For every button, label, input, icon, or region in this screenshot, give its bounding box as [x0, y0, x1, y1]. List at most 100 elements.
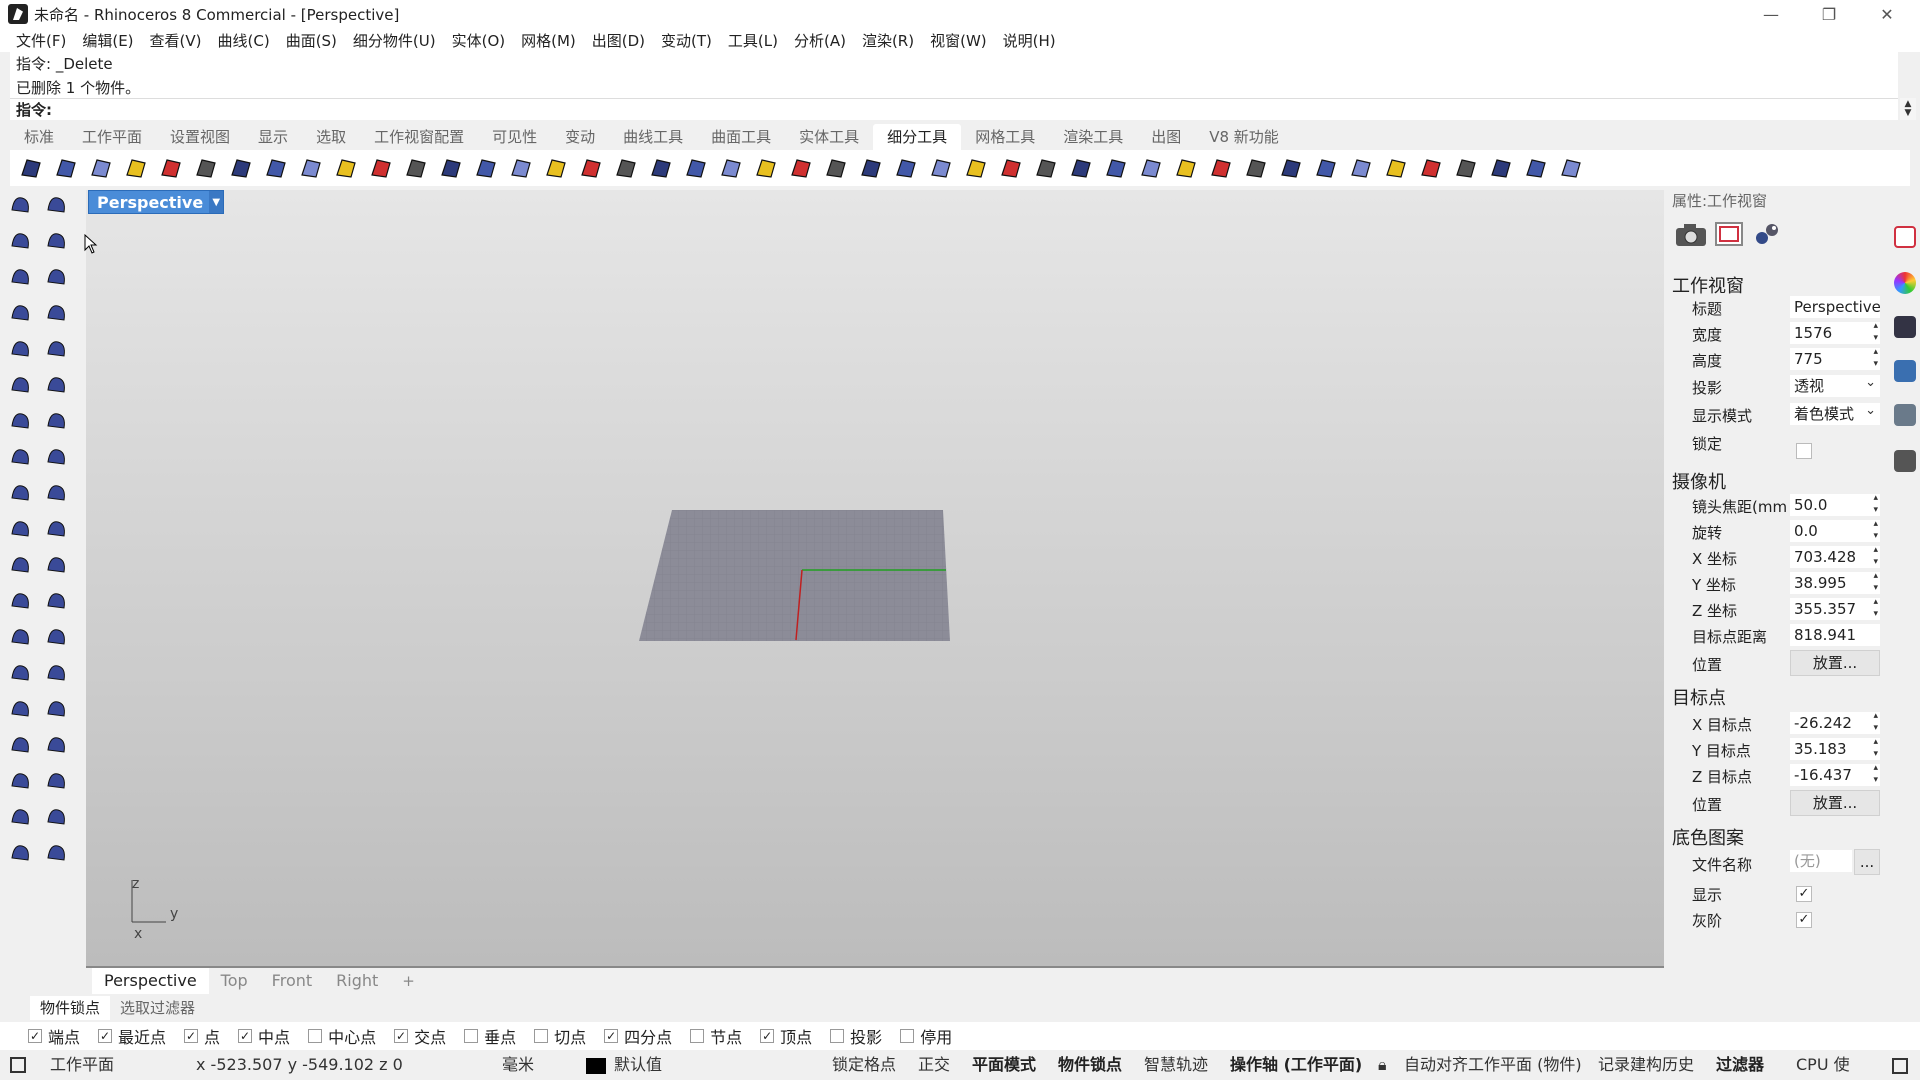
- status-grid-snap[interactable]: 锁定格点: [832, 1050, 896, 1080]
- named-views-panel-icon[interactable]: [1894, 450, 1916, 472]
- tab-viewport-layout[interactable]: 工作视窗配置: [360, 124, 478, 150]
- tab-osnap[interactable]: 物件锁点: [30, 996, 111, 1020]
- osnap-option[interactable]: ✓ 交点: [394, 1024, 446, 1048]
- arc-2-icon[interactable]: [42, 370, 72, 400]
- explode-icon[interactable]: [6, 550, 36, 580]
- rotation-field[interactable]: 0.0: [1790, 520, 1880, 542]
- polar-array-icon[interactable]: [42, 802, 72, 832]
- focal-length-field[interactable]: 50.0: [1790, 494, 1880, 516]
- subd-edge-icon[interactable]: [786, 154, 816, 182]
- subd-mesh-icon[interactable]: [891, 154, 921, 182]
- subd-weld-icon[interactable]: [506, 154, 536, 182]
- viewport-menu-chevron-icon[interactable]: ▼: [209, 191, 224, 213]
- status-layer[interactable]: 默认值: [614, 1050, 662, 1080]
- panel-toggle-icon[interactable]: [1892, 1058, 1908, 1074]
- subd-toggle-icon[interactable]: [1451, 154, 1481, 182]
- subd-offset-icon[interactable]: [961, 154, 991, 182]
- menu-mesh[interactable]: 网格(M): [513, 30, 584, 51]
- status-ortho[interactable]: 正交: [918, 1050, 950, 1080]
- display-mode-select[interactable]: 着色模式: [1790, 403, 1880, 425]
- paraboloid-icon[interactable]: [42, 298, 72, 328]
- subd-sweep-icon[interactable]: [1171, 154, 1201, 182]
- revolve-icon[interactable]: [6, 406, 36, 436]
- arc-1-icon[interactable]: [6, 370, 36, 400]
- display-panel-icon[interactable]: [1894, 316, 1916, 338]
- camera-icon[interactable]: [1674, 220, 1708, 248]
- osnap-checkbox[interactable]: ✓: [238, 1029, 253, 1043]
- title-field[interactable]: Perspective: [1790, 296, 1880, 318]
- osnap-checkbox[interactable]: [534, 1029, 549, 1043]
- subd-loft-icon[interactable]: [156, 154, 186, 182]
- wave-icon[interactable]: [6, 514, 36, 544]
- osnap-checkbox[interactable]: ✓: [394, 1029, 409, 1043]
- sweep-1-icon[interactable]: [6, 622, 36, 652]
- ellipse-icon[interactable]: [42, 262, 72, 292]
- polyline-icon[interactable]: [6, 838, 36, 868]
- blend-icon[interactable]: [6, 658, 36, 688]
- match-icon[interactable]: [42, 730, 72, 760]
- trim-icon[interactable]: [42, 694, 72, 724]
- status-units[interactable]: 毫米: [502, 1050, 534, 1080]
- camera-z-field[interactable]: 355.357: [1790, 598, 1880, 620]
- osnap-checkbox[interactable]: [308, 1029, 323, 1043]
- osnap-option[interactable]: 切点: [534, 1024, 586, 1048]
- tab-select[interactable]: 选取: [302, 124, 360, 150]
- viewport-tab-top[interactable]: Top: [209, 968, 260, 994]
- circle-icon[interactable]: [6, 262, 36, 292]
- osnap-option[interactable]: ✓ 端点: [28, 1024, 80, 1048]
- menu-transform[interactable]: 变动(T): [653, 30, 720, 51]
- osnap-option[interactable]: 中心点: [308, 1024, 376, 1048]
- target-x-field[interactable]: -26.242: [1790, 712, 1880, 734]
- tab-selection-filter[interactable]: 选取过滤器: [110, 996, 205, 1020]
- subd-stretch-icon[interactable]: [681, 154, 711, 182]
- status-autoalign[interactable]: 自动对齐工作平面 (物件): [1404, 1050, 1582, 1080]
- height-field[interactable]: 775: [1790, 348, 1880, 370]
- subd-brush-icon[interactable]: [1241, 154, 1271, 182]
- subd-fill-icon[interactable]: [436, 154, 466, 182]
- target-y-field[interactable]: 35.183: [1790, 738, 1880, 760]
- subd-stitch-icon[interactable]: [611, 154, 641, 182]
- viewport-props-icon[interactable]: [1714, 220, 1744, 248]
- status-osnap[interactable]: 物件锁点: [1058, 1050, 1122, 1080]
- subd-plane-icon[interactable]: [16, 154, 46, 182]
- tab-curve-tools[interactable]: 曲线工具: [609, 124, 697, 150]
- subd-cube-icon[interactable]: [86, 154, 116, 182]
- tab-render-tools[interactable]: 渲染工具: [1049, 124, 1137, 150]
- menu-solid[interactable]: 实体(O): [444, 30, 514, 51]
- subd-bridge-icon[interactable]: [191, 154, 221, 182]
- tab-visibility[interactable]: 可见性: [478, 124, 551, 150]
- subd-slide-icon[interactable]: [646, 154, 676, 182]
- subd-box2-icon[interactable]: [1311, 154, 1341, 182]
- lock-checkbox[interactable]: [1796, 443, 1812, 459]
- filename-field[interactable]: (无): [1790, 850, 1852, 872]
- subd-crease-icon[interactable]: [401, 154, 431, 182]
- grayscale-checkbox[interactable]: ✓: [1796, 912, 1812, 928]
- tab-transform[interactable]: 变动: [551, 124, 609, 150]
- subd-sphere2-icon[interactable]: [1136, 154, 1166, 182]
- subd-mesh-grid-icon[interactable]: [471, 154, 501, 182]
- materials-panel-icon[interactable]: [1894, 272, 1916, 294]
- box-edit-icon[interactable]: [42, 478, 72, 508]
- rail-revolve-icon[interactable]: [42, 406, 72, 436]
- subd-torus-icon[interactable]: [366, 154, 396, 182]
- help-panel-icon[interactable]: [1894, 360, 1916, 382]
- projection-select[interactable]: 透视: [1790, 375, 1880, 397]
- subd-convert-icon[interactable]: [926, 154, 956, 182]
- subd-shade-icon[interactable]: [1416, 154, 1446, 182]
- subd-solid-icon[interactable]: [261, 154, 291, 182]
- grid-array-icon[interactable]: [6, 802, 36, 832]
- viewport-title-label[interactable]: Perspective ▼: [88, 190, 225, 214]
- subd-insert-icon[interactable]: [541, 154, 571, 182]
- tab-mesh-tools[interactable]: 网格工具: [961, 124, 1049, 150]
- subd-merge-icon[interactable]: [996, 154, 1026, 182]
- status-history[interactable]: 记录建构历史: [1598, 1050, 1694, 1080]
- subd-symmetry-icon[interactable]: [716, 154, 746, 182]
- layer-icon[interactable]: [6, 478, 36, 508]
- tab-solid-tools[interactable]: 实体工具: [785, 124, 873, 150]
- osnap-option[interactable]: 垂点: [464, 1024, 516, 1048]
- osnap-checkbox[interactable]: ✓: [604, 1029, 619, 1043]
- target-distance-field[interactable]: 818.941: [1790, 624, 1880, 646]
- target-z-field[interactable]: -16.437: [1790, 764, 1880, 786]
- split-icon[interactable]: [6, 730, 36, 760]
- status-smarttrack[interactable]: 智慧轨迹: [1144, 1050, 1208, 1080]
